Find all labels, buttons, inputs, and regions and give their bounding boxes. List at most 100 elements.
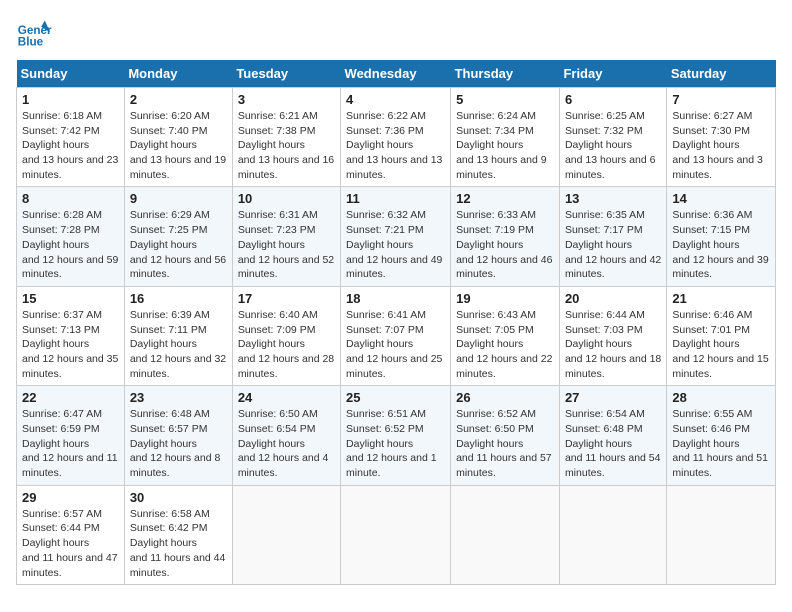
day-number: 10 bbox=[238, 191, 335, 206]
day-info: Sunrise: 6:48 AMSunset: 6:57 PMDaylight … bbox=[130, 408, 221, 479]
day-number: 28 bbox=[672, 390, 770, 405]
day-number: 11 bbox=[346, 191, 445, 206]
calendar-cell: 18 Sunrise: 6:41 AMSunset: 7:07 PMDaylig… bbox=[341, 286, 451, 385]
day-number: 12 bbox=[456, 191, 554, 206]
calendar-cell: 21 Sunrise: 6:46 AMSunset: 7:01 PMDaylig… bbox=[667, 286, 776, 385]
day-info: Sunrise: 6:41 AMSunset: 7:07 PMDaylight … bbox=[346, 309, 442, 380]
calendar-cell bbox=[232, 485, 340, 584]
day-info: Sunrise: 6:36 AMSunset: 7:15 PMDaylight … bbox=[672, 209, 768, 280]
weekday-header-row: SundayMondayTuesdayWednesdayThursdayFrid… bbox=[17, 60, 776, 88]
day-info: Sunrise: 6:32 AMSunset: 7:21 PMDaylight … bbox=[346, 209, 442, 280]
day-number: 15 bbox=[22, 291, 119, 306]
calendar-cell: 11 Sunrise: 6:32 AMSunset: 7:21 PMDaylig… bbox=[341, 187, 451, 286]
calendar-cell: 22 Sunrise: 6:47 AMSunset: 6:59 PMDaylig… bbox=[17, 386, 125, 485]
weekday-sunday: Sunday bbox=[17, 60, 125, 88]
day-info: Sunrise: 6:33 AMSunset: 7:19 PMDaylight … bbox=[456, 209, 552, 280]
day-number: 30 bbox=[130, 490, 227, 505]
day-info: Sunrise: 6:20 AMSunset: 7:40 PMDaylight … bbox=[130, 110, 226, 181]
day-number: 16 bbox=[130, 291, 227, 306]
day-info: Sunrise: 6:21 AMSunset: 7:38 PMDaylight … bbox=[238, 110, 334, 181]
day-info: Sunrise: 6:51 AMSunset: 6:52 PMDaylight … bbox=[346, 408, 437, 479]
day-number: 4 bbox=[346, 92, 445, 107]
calendar-cell: 19 Sunrise: 6:43 AMSunset: 7:05 PMDaylig… bbox=[451, 286, 560, 385]
calendar-cell: 20 Sunrise: 6:44 AMSunset: 7:03 PMDaylig… bbox=[559, 286, 666, 385]
day-number: 13 bbox=[565, 191, 661, 206]
calendar-week-1: 1 Sunrise: 6:18 AMSunset: 7:42 PMDayligh… bbox=[17, 88, 776, 187]
day-info: Sunrise: 6:31 AMSunset: 7:23 PMDaylight … bbox=[238, 209, 334, 280]
day-info: Sunrise: 6:40 AMSunset: 7:09 PMDaylight … bbox=[238, 309, 334, 380]
calendar-cell bbox=[667, 485, 776, 584]
day-info: Sunrise: 6:54 AMSunset: 6:48 PMDaylight … bbox=[565, 408, 661, 479]
calendar-cell bbox=[559, 485, 666, 584]
day-info: Sunrise: 6:55 AMSunset: 6:46 PMDaylight … bbox=[672, 408, 768, 479]
day-number: 1 bbox=[22, 92, 119, 107]
day-info: Sunrise: 6:46 AMSunset: 7:01 PMDaylight … bbox=[672, 309, 768, 380]
weekday-thursday: Thursday bbox=[451, 60, 560, 88]
weekday-monday: Monday bbox=[124, 60, 232, 88]
day-info: Sunrise: 6:35 AMSunset: 7:17 PMDaylight … bbox=[565, 209, 661, 280]
day-number: 2 bbox=[130, 92, 227, 107]
day-number: 3 bbox=[238, 92, 335, 107]
calendar-week-2: 8 Sunrise: 6:28 AMSunset: 7:28 PMDayligh… bbox=[17, 187, 776, 286]
day-info: Sunrise: 6:44 AMSunset: 7:03 PMDaylight … bbox=[565, 309, 661, 380]
calendar-cell: 30 Sunrise: 6:58 AMSunset: 6:42 PMDaylig… bbox=[124, 485, 232, 584]
day-info: Sunrise: 6:24 AMSunset: 7:34 PMDaylight … bbox=[456, 110, 547, 181]
calendar-cell: 24 Sunrise: 6:50 AMSunset: 6:54 PMDaylig… bbox=[232, 386, 340, 485]
calendar-cell: 12 Sunrise: 6:33 AMSunset: 7:19 PMDaylig… bbox=[451, 187, 560, 286]
calendar-cell: 9 Sunrise: 6:29 AMSunset: 7:25 PMDayligh… bbox=[124, 187, 232, 286]
day-number: 20 bbox=[565, 291, 661, 306]
calendar-cell: 23 Sunrise: 6:48 AMSunset: 6:57 PMDaylig… bbox=[124, 386, 232, 485]
day-number: 9 bbox=[130, 191, 227, 206]
day-number: 25 bbox=[346, 390, 445, 405]
day-info: Sunrise: 6:22 AMSunset: 7:36 PMDaylight … bbox=[346, 110, 442, 181]
day-number: 29 bbox=[22, 490, 119, 505]
day-info: Sunrise: 6:52 AMSunset: 6:50 PMDaylight … bbox=[456, 408, 552, 479]
day-info: Sunrise: 6:43 AMSunset: 7:05 PMDaylight … bbox=[456, 309, 552, 380]
day-number: 21 bbox=[672, 291, 770, 306]
day-info: Sunrise: 6:37 AMSunset: 7:13 PMDaylight … bbox=[22, 309, 118, 380]
weekday-wednesday: Wednesday bbox=[341, 60, 451, 88]
calendar-cell: 15 Sunrise: 6:37 AMSunset: 7:13 PMDaylig… bbox=[17, 286, 125, 385]
calendar-cell: 8 Sunrise: 6:28 AMSunset: 7:28 PMDayligh… bbox=[17, 187, 125, 286]
weekday-friday: Friday bbox=[559, 60, 666, 88]
day-number: 26 bbox=[456, 390, 554, 405]
day-number: 18 bbox=[346, 291, 445, 306]
calendar-cell: 13 Sunrise: 6:35 AMSunset: 7:17 PMDaylig… bbox=[559, 187, 666, 286]
day-number: 6 bbox=[565, 92, 661, 107]
calendar-cell bbox=[451, 485, 560, 584]
calendar-cell: 4 Sunrise: 6:22 AMSunset: 7:36 PMDayligh… bbox=[341, 88, 451, 187]
calendar-cell: 29 Sunrise: 6:57 AMSunset: 6:44 PMDaylig… bbox=[17, 485, 125, 584]
svg-text:Blue: Blue bbox=[18, 36, 44, 49]
day-info: Sunrise: 6:27 AMSunset: 7:30 PMDaylight … bbox=[672, 110, 763, 181]
day-info: Sunrise: 6:28 AMSunset: 7:28 PMDaylight … bbox=[22, 209, 118, 280]
day-info: Sunrise: 6:39 AMSunset: 7:11 PMDaylight … bbox=[130, 309, 226, 380]
day-info: Sunrise: 6:18 AMSunset: 7:42 PMDaylight … bbox=[22, 110, 118, 181]
calendar-body: 1 Sunrise: 6:18 AMSunset: 7:42 PMDayligh… bbox=[17, 88, 776, 585]
calendar-week-3: 15 Sunrise: 6:37 AMSunset: 7:13 PMDaylig… bbox=[17, 286, 776, 385]
calendar-cell: 2 Sunrise: 6:20 AMSunset: 7:40 PMDayligh… bbox=[124, 88, 232, 187]
calendar-cell: 10 Sunrise: 6:31 AMSunset: 7:23 PMDaylig… bbox=[232, 187, 340, 286]
day-info: Sunrise: 6:50 AMSunset: 6:54 PMDaylight … bbox=[238, 408, 329, 479]
day-number: 8 bbox=[22, 191, 119, 206]
day-number: 27 bbox=[565, 390, 661, 405]
calendar-cell: 14 Sunrise: 6:36 AMSunset: 7:15 PMDaylig… bbox=[667, 187, 776, 286]
logo-icon: General Blue bbox=[16, 16, 52, 52]
calendar-week-4: 22 Sunrise: 6:47 AMSunset: 6:59 PMDaylig… bbox=[17, 386, 776, 485]
calendar-cell: 16 Sunrise: 6:39 AMSunset: 7:11 PMDaylig… bbox=[124, 286, 232, 385]
day-info: Sunrise: 6:47 AMSunset: 6:59 PMDaylight … bbox=[22, 408, 118, 479]
day-info: Sunrise: 6:29 AMSunset: 7:25 PMDaylight … bbox=[130, 209, 226, 280]
calendar-cell bbox=[341, 485, 451, 584]
day-number: 23 bbox=[130, 390, 227, 405]
day-number: 14 bbox=[672, 191, 770, 206]
calendar-cell: 17 Sunrise: 6:40 AMSunset: 7:09 PMDaylig… bbox=[232, 286, 340, 385]
weekday-tuesday: Tuesday bbox=[232, 60, 340, 88]
logo: General Blue bbox=[16, 16, 52, 52]
page-header: General Blue bbox=[16, 16, 776, 52]
calendar-table: SundayMondayTuesdayWednesdayThursdayFrid… bbox=[16, 60, 776, 585]
day-number: 24 bbox=[238, 390, 335, 405]
day-info: Sunrise: 6:57 AMSunset: 6:44 PMDaylight … bbox=[22, 508, 118, 579]
day-number: 5 bbox=[456, 92, 554, 107]
calendar-cell: 26 Sunrise: 6:52 AMSunset: 6:50 PMDaylig… bbox=[451, 386, 560, 485]
calendar-cell: 1 Sunrise: 6:18 AMSunset: 7:42 PMDayligh… bbox=[17, 88, 125, 187]
day-number: 17 bbox=[238, 291, 335, 306]
